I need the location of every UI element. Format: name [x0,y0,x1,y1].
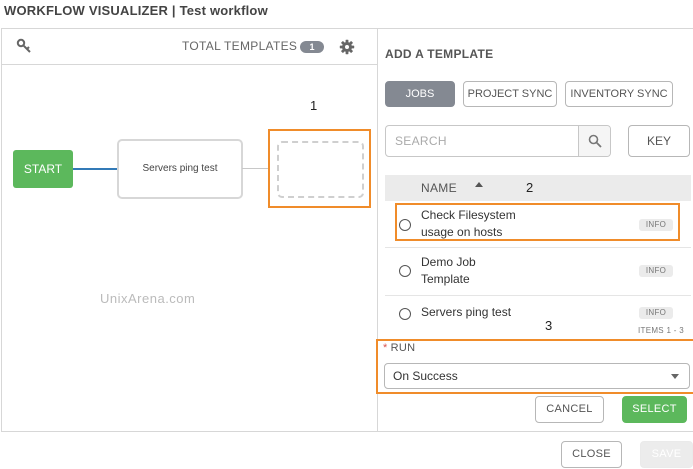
save-button[interactable]: SAVE [640,441,693,468]
pending-link [242,168,268,169]
column-name-header[interactable]: NAME [421,181,457,195]
run-select-value: On Success [393,369,458,383]
row-name: Servers ping test [421,305,512,319]
key-icon[interactable] [16,38,32,54]
run-label-text: RUN [390,342,416,354]
canvas-toolbar: TOTAL TEMPLATES 1 [2,29,378,65]
workflow-link[interactable] [73,168,118,170]
tab-inventory-sync[interactable]: INVENTORY SYNC [565,81,673,107]
info-badge[interactable]: INFO [639,307,673,319]
table-header: NAME [385,175,691,201]
info-badge[interactable]: INFO [639,265,673,277]
placeholder-node-highlight [268,129,371,208]
table-row[interactable]: Demo Job Template INFO [385,248,691,294]
start-node[interactable]: START [13,150,73,188]
search-box [385,125,611,157]
required-marker: * [383,342,388,354]
callout-3: 3 [545,318,553,333]
watermark: UnixArena.com [100,291,196,306]
tab-jobs[interactable]: JOBS [385,81,455,107]
key-button[interactable]: KEY [628,125,690,157]
select-button[interactable]: SELECT [622,396,687,423]
run-select[interactable]: On Success [384,363,690,389]
items-count: ITEMS 1 - 3 [638,326,684,335]
close-button[interactable]: CLOSE [561,441,622,468]
run-label: * RUN [383,342,415,354]
callout-1: 1 [310,98,318,113]
chevron-down-icon[interactable] [671,374,679,379]
total-templates-label: TOTAL TEMPLATES [182,39,298,53]
callout-2: 2 [526,180,534,195]
sort-ascending-icon[interactable] [475,182,483,187]
job-node[interactable]: Servers ping test [117,139,243,199]
cancel-button[interactable]: CANCEL [535,396,604,423]
total-templates-badge: 1 [300,41,324,53]
run-section: * RUN On Success [376,339,693,394]
search-icon [588,134,602,148]
tab-project-sync[interactable]: PROJECT SYNC [463,81,557,107]
workflow-canvas[interactable]: TOTAL TEMPLATES 1 START Servers ping tes… [1,28,378,432]
row-name: Demo Job Template [421,255,476,286]
row-radio[interactable] [399,265,411,277]
panel-title: ADD A TEMPLATE [385,47,494,61]
placeholder-node[interactable] [277,141,364,198]
row-radio[interactable] [399,308,411,320]
window-title: WORKFLOW VISUALIZER | Test workflow [4,3,268,18]
table-row[interactable]: Servers ping test INFO [385,296,691,326]
row-highlight [395,203,680,241]
gear-icon[interactable] [339,39,355,55]
search-input[interactable] [386,126,578,156]
search-button[interactable] [578,126,610,156]
